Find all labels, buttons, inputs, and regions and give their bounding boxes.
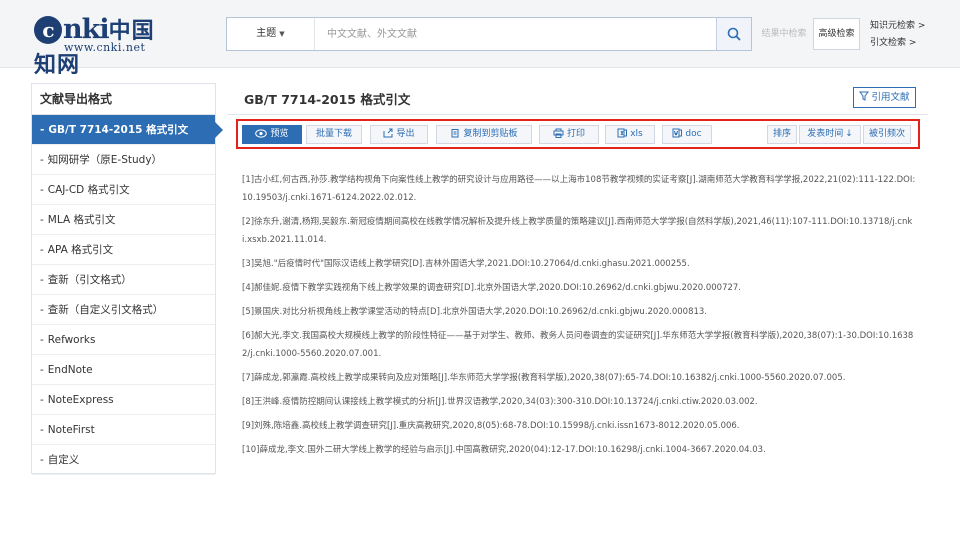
export-toolbar: 预览 批量下载 导出 复制到剪贴板 打印 xls doc 排序 发表时间 ↓ 被引… xyxy=(236,119,920,149)
sidebar-item-gbt7714[interactable]: - GB/T 7714-2015 格式引文 xyxy=(32,115,223,145)
excel-icon xyxy=(617,128,628,138)
list-item: [2]徐东升,谢清,杨翔,吴毅东.新冠疫情期间高校在线教学情况解析及提升线上教学… xyxy=(242,217,913,245)
sidebar-title: 文献导出格式 xyxy=(32,84,215,115)
export-button[interactable]: 导出 xyxy=(370,125,428,144)
sidebar-item-label: 查新（引文格式） xyxy=(47,274,132,286)
copy-to-clipboard-button[interactable]: 复制到剪贴板 xyxy=(436,125,532,144)
filter-icon xyxy=(859,91,870,101)
preview-label: 预览 xyxy=(270,129,289,139)
copy-label: 复制到剪贴板 xyxy=(463,129,518,139)
xls-label: xls xyxy=(630,129,643,139)
sidebar-item-label: GB/T 7714-2015 格式引文 xyxy=(48,124,189,136)
result-search-button[interactable]: 结果中检索 xyxy=(758,20,810,48)
sidebar-item-label: 查新（自定义引文格式） xyxy=(47,304,164,316)
top-header: cnki中国知网 www.cnki.net 主题▼ 结果中检索 高级检索 知识元… xyxy=(0,0,960,78)
cite-button-label: 引用文献 xyxy=(871,92,910,103)
sidebar-item-novelty[interactable]: - 查新（引文格式） xyxy=(32,265,215,295)
export-label: 导出 xyxy=(396,129,415,139)
search-input[interactable] xyxy=(327,24,707,44)
divider xyxy=(228,114,928,115)
sidebar-item-label: 自定义 xyxy=(47,454,80,466)
header-links: 知识元检索 > 引文检索 > xyxy=(870,18,925,52)
search-scope-select[interactable]: 主题 ▼ xyxy=(227,18,315,50)
search-box: 主题 ▼ xyxy=(226,17,752,51)
export-xls-button[interactable]: xls xyxy=(605,125,655,144)
list-item: [3]吴旭."后疫情时代"国际汉语线上教学研究[D].吉林外国语大学,2021.… xyxy=(242,259,690,269)
clipboard-icon xyxy=(451,129,459,138)
logo-url: www.cnki.net xyxy=(64,41,146,54)
preview-button[interactable]: 预览 xyxy=(242,125,302,144)
page-title: GB/T 7714-2015 格式引文 xyxy=(244,92,411,107)
sidebar-item-novelty-custom[interactable]: - 查新（自定义引文格式） xyxy=(32,295,215,325)
list-item: [10]薛成龙,李文.国外二研大学线上教学的经验与启示[J].中国高教研究,20… xyxy=(242,445,766,455)
sidebar-item-label: APA 格式引文 xyxy=(47,244,114,256)
cnki-logo[interactable]: c nki中国知网 www.cnki.net xyxy=(34,14,170,78)
sidebar-item-label: Refworks xyxy=(47,334,96,346)
sidebar-item-label: NoteFirst xyxy=(47,424,95,436)
sidebar-item-notefirst[interactable]: - NoteFirst xyxy=(32,415,215,445)
batch-download-button[interactable]: 批量下载 xyxy=(306,125,362,144)
sort-by-cited-count-button[interactable]: 被引频次 xyxy=(863,125,911,144)
sidebar-item-custom[interactable]: - 自定义 xyxy=(32,445,215,475)
search-scope-label: 主题 xyxy=(256,28,277,39)
cite-reference-button[interactable]: 引用文献 xyxy=(853,87,916,108)
arrow-down-icon: ↓ xyxy=(845,129,853,139)
sidebar-item-label: EndNote xyxy=(47,364,93,376)
print-label: 打印 xyxy=(566,129,585,139)
citation-panel: GB/T 7714-2015 格式引文 引用文献 预览 批量下载 导出 复制到剪… xyxy=(228,83,928,498)
sidebar-item-label: 知网研学（原E-Study） xyxy=(47,154,163,166)
doc-label: doc xyxy=(685,129,702,139)
list-item: [7]薛成龙,郭瀛霞.高校线上教学成果转向及应对策略[J].华东师范大学学报(教… xyxy=(242,373,846,383)
sidebar-item-endnote[interactable]: - EndNote xyxy=(32,355,215,385)
list-item: [5]景国庆.对比分析视角线上教学课堂活动的特点[D].北京外国语大学,2020… xyxy=(242,307,708,317)
list-item: [6]郝大光,李文.我国高校大规模线上教学的阶段性特征——基于对学生、教师、教务… xyxy=(242,331,914,359)
list-item: [8]王洪峰.疫情防控期间认课接线上教学模式的分析[J].世界汉语教学,2020… xyxy=(242,397,758,407)
search-button[interactable] xyxy=(716,18,751,50)
reference-list: [1]古小红,何古西,孙莎.教学结构视角下向案性线上教学的研究设计与应用路径——… xyxy=(242,171,916,465)
sidebar-item-refworks[interactable]: - Refworks xyxy=(32,325,215,355)
sidebar-item-apa[interactable]: - APA 格式引文 xyxy=(32,235,215,265)
word-icon xyxy=(672,128,683,138)
sidebar-item-mla[interactable]: - MLA 格式引文 xyxy=(32,205,215,235)
sort-by-publish-time-button[interactable]: 发表时间 ↓ xyxy=(799,125,861,144)
sidebar-item-estudy[interactable]: - 知网研学（原E-Study） xyxy=(32,145,215,175)
list-item: [9]刘殊,陈培鑫.高校线上教学调查研究[J].重庆高教研究,2020,8(05… xyxy=(242,421,740,431)
eye-icon xyxy=(255,129,268,138)
chevron-down-icon: ▼ xyxy=(279,30,285,38)
export-doc-button[interactable]: doc xyxy=(662,125,712,144)
knowledge-search-link[interactable]: 知识元检索 > xyxy=(870,18,925,35)
sidebar-item-cajcd[interactable]: - CAJ-CD 格式引文 xyxy=(32,175,215,205)
export-icon xyxy=(383,128,393,138)
list-item: [1]古小红,何古西,孙莎.教学结构视角下向案性线上教学的研究设计与应用路径——… xyxy=(242,175,916,203)
list-item: [4]郝佳妮.疫情下教学实践视角下线上教学效果的调查研究[D].北京外国语大学,… xyxy=(242,283,742,293)
sidebar-item-label: NoteExpress xyxy=(47,394,114,406)
export-format-sidebar: 文献导出格式 - GB/T 7714-2015 格式引文 - 知网研学（原E-Stu… xyxy=(31,83,223,475)
sidebar-item-label: CAJ-CD 格式引文 xyxy=(47,184,130,196)
printer-icon xyxy=(553,128,564,138)
citation-search-link[interactable]: 引文检索 > xyxy=(870,35,925,52)
sidebar-item-noteexpress[interactable]: - NoteExpress xyxy=(32,385,215,415)
advanced-search-button[interactable]: 高级检索 xyxy=(813,18,860,50)
publish-time-label: 发表时间 xyxy=(807,129,844,139)
search-icon xyxy=(727,27,741,41)
print-button[interactable]: 打印 xyxy=(539,125,599,144)
sort-button[interactable]: 排序 xyxy=(767,125,797,144)
sidebar-item-label: MLA 格式引文 xyxy=(47,214,116,226)
